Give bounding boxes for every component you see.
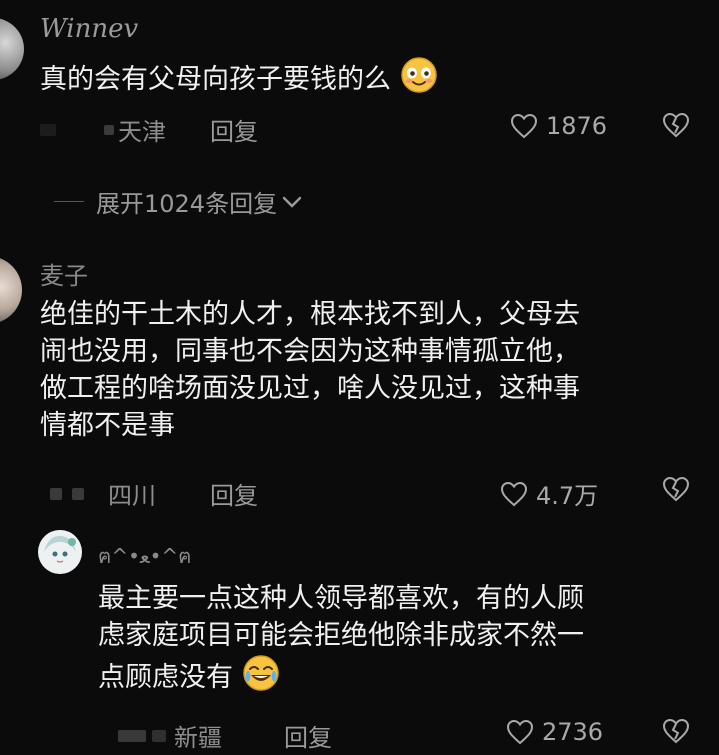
username[interactable]: Winnev (40, 14, 138, 44)
expand-replies[interactable]: 展开1024条回复 (54, 184, 303, 219)
meta-row: 新疆 (118, 718, 222, 753)
meta-row: 四川 (50, 476, 156, 511)
dislike-button[interactable] (662, 476, 690, 506)
like-count: 2736 (542, 718, 604, 746)
comment-line: 最主要一点这种人领导都喜欢，有的人顾 (98, 583, 584, 614)
time-blur (152, 729, 166, 742)
anime-avatar-icon (38, 530, 82, 574)
time-blur (50, 487, 62, 500)
heart-icon (510, 113, 538, 139)
broken-heart-icon (662, 476, 690, 502)
location: 新疆 (174, 724, 222, 752)
expand-label: 展开1024条回复 (96, 190, 278, 218)
broken-heart-icon (662, 112, 690, 138)
comment-line: 情都不是事 (40, 410, 175, 441)
reply-button[interactable]: 回复 (210, 476, 258, 511)
avatar[interactable] (38, 530, 82, 574)
username[interactable]: 麦子 (40, 256, 88, 291)
like-count: 1876 (546, 112, 608, 140)
broken-heart-icon (662, 718, 690, 744)
comment-line: 做工程的啥场面没见过，啥人没见过，这种事 (40, 373, 580, 404)
comment-line: 绝佳的干土木的人才，根本找不到人，父母去 (40, 299, 580, 330)
expand-line (54, 201, 84, 202)
comment-line: 虑家庭项目可能会拒绝他除非成家不然一 (98, 620, 584, 651)
like-count: 4.7万 (536, 482, 599, 510)
time-blur (40, 123, 56, 136)
avatar[interactable] (0, 18, 24, 80)
comment-line: 闹也没用，同事也不会因为这种事情孤立他， (40, 336, 580, 367)
location-dot (104, 124, 114, 135)
heart-icon (500, 481, 528, 506)
comment-text: 绝佳的干土木的人才，根本找不到人，父母去 闹也没用，同事也不会因为这种事情孤立他… (40, 296, 700, 444)
like-button[interactable]: 1876 (510, 112, 607, 140)
username[interactable]: ฅ^•ﻌ•^ฅ (98, 540, 192, 572)
location: 四川 (108, 482, 156, 510)
time-blur (118, 729, 146, 742)
comment-line: 点顾虑没有 (98, 654, 698, 702)
meta-row: 天津 (40, 112, 166, 147)
comment-text: 最主要一点这种人领导都喜欢，有的人顾 虑家庭项目可能会拒绝他除非成家不然一 点顾… (98, 580, 698, 702)
chevron-down-icon (282, 196, 302, 208)
reply-button[interactable]: 回复 (284, 718, 332, 753)
reply-button[interactable]: 回复 (210, 112, 258, 147)
like-button[interactable]: 4.7万 (500, 476, 598, 511)
crying-laughing-emoji (242, 654, 280, 702)
time-blur (72, 487, 84, 500)
heart-icon (506, 719, 534, 745)
smiling-blush-emoji (400, 56, 438, 104)
location: 天津 (118, 118, 166, 146)
avatar[interactable] (0, 256, 22, 324)
dislike-button[interactable] (662, 112, 690, 142)
dislike-button[interactable] (662, 718, 690, 748)
like-button[interactable]: 2736 (506, 718, 603, 746)
comment-text: 真的会有父母向孩子要钱的么 (40, 56, 438, 104)
